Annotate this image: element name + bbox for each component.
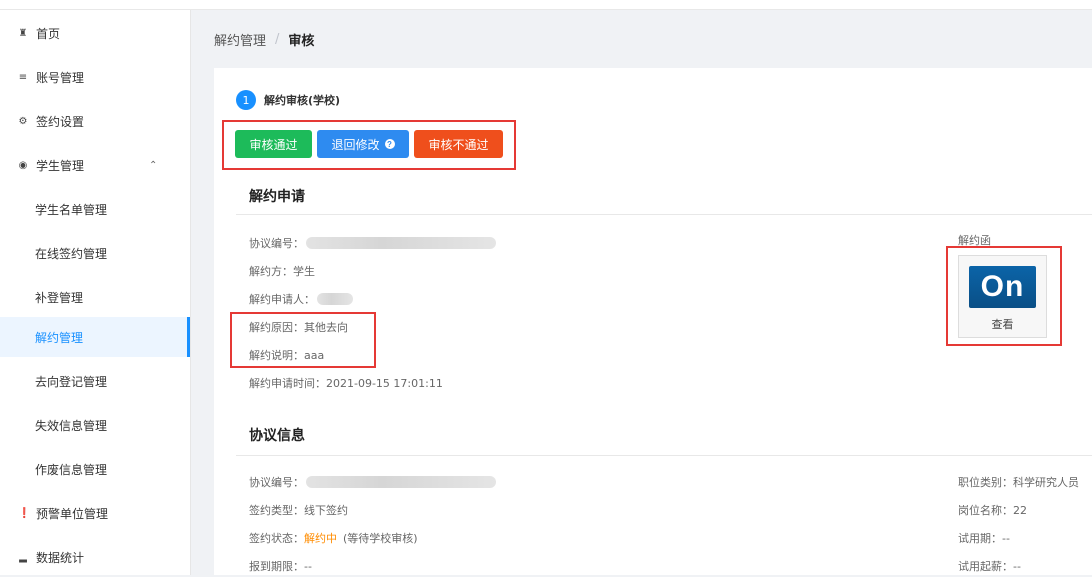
sidebar-item-termination[interactable]: 解约管理 [0,317,190,357]
sidebar-item-label: 补登管理 [35,290,84,305]
field-label: 解约申请时间： [249,377,326,390]
step-indicator: 1 解约审核(学校) [236,90,340,110]
list-icon: ≡ [18,71,28,83]
breadcrumb-separator: / [275,32,280,47]
sidebar-item-label: 账号管理 [36,70,85,85]
sidebar-item-label: 学生管理 [36,158,85,173]
field-label: 试用期： [958,532,1002,545]
sidebar-item-student-list[interactable]: 学生名单管理 [0,189,190,229]
field-label: 职位类别： [958,476,1013,489]
breadcrumb-parent[interactable]: 解约管理 [214,30,266,49]
field-value: 线下签约 [304,504,348,517]
breadcrumb-current: 审核 [288,34,315,49]
termination-agreement-no: 协议编号： [249,235,496,251]
step-label: 解约审核(学校) [264,94,341,107]
divider [236,214,1092,215]
gear-icon: ⚙ [18,115,28,127]
sign-type: 签约类型： 线下签约 [249,502,348,518]
sidebar: ♜ 首页 ≡ 账号管理 ⚙ 签约设置 ◉ 学生管理 ⌃ 学生名单管理 在线签约管… [0,10,191,575]
sidebar-item-label: 签约设置 [36,114,85,129]
sidebar-item-expired[interactable]: 失效信息管理 [0,405,190,445]
sidebar-item-statistics[interactable]: ▂ 数据统计 [0,537,190,577]
sidebar-item-online-sign[interactable]: 在线签约管理 [0,233,190,273]
sidebar-item-warning-units[interactable]: ❗ 预警单位管理 [0,493,190,533]
field-value: 其他去向 [304,321,348,334]
document-logo: On [969,266,1036,308]
termination-letter-thumbnail[interactable]: On 查看 [958,255,1047,338]
status-badge: 解约中 [304,532,337,545]
chevron-up-icon: ⌃ [149,159,158,171]
sidebar-item-label: 数据统计 [36,550,85,565]
field-value: -- [304,559,312,573]
sidebar-item-sign-settings[interactable]: ⚙ 签约设置 [0,101,190,141]
redacted-value [317,293,353,305]
field-value: 科学研究人员 [1013,476,1079,489]
agreement-section-title: 协议信息 [249,428,305,444]
field-value: -- [1002,531,1010,545]
field-label: 签约状态： [249,532,304,545]
field-value: 2021-09-15 17:01:11 [326,376,443,390]
sidebar-item-accounts[interactable]: ≡ 账号管理 [0,57,190,97]
termination-section-title: 解约申请 [249,189,305,205]
return-for-revision-button[interactable]: 退回修改 ? [317,130,409,158]
sign-status: 签约状态： 解约中 (等待学校审核) [249,530,418,546]
position-category: 职位类别： 科学研究人员 [958,474,1079,490]
student-icon: ◉ [18,159,28,171]
field-value: aaa [304,348,325,362]
field-value: 学生 [293,265,315,278]
status-note: (等待学校审核) [343,532,418,545]
trial-salary: 试用起薪： -- [958,558,1021,574]
report-deadline: 报到期限： -- [249,558,312,574]
termination-applicant: 解约申请人： [249,291,353,307]
home-icon: ♜ [18,27,28,39]
bar-chart-icon: ▂ [19,551,27,563]
field-label: 试用起薪： [958,560,1013,573]
sidebar-item-student-management[interactable]: ◉ 学生管理 ⌃ [0,145,190,185]
sidebar-item-label: 去向登记管理 [35,374,108,389]
redacted-value [306,237,496,249]
field-label: 解约方： [249,265,293,278]
sidebar-item-label: 首页 [36,26,61,41]
field-label: 签约类型： [249,504,304,517]
divider [236,455,1092,456]
termination-reason: 解约原因： 其他去向 [249,319,348,335]
reject-button[interactable]: 审核不通过 [414,130,503,158]
field-value: 22 [1013,503,1027,517]
sidebar-item-label: 作废信息管理 [35,462,108,477]
field-label: 解约原因： [249,321,304,334]
sidebar-item-label: 预警单位管理 [36,506,109,521]
field-label: 解约申请人： [249,293,315,306]
termination-time: 解约申请时间： 2021-09-15 17:01:11 [249,375,443,391]
field-label: 报到期限： [249,560,304,573]
field-label: 岗位名称： [958,504,1013,517]
sidebar-item-label: 失效信息管理 [35,418,108,433]
step-number: 1 [236,90,256,110]
sidebar-item-label: 学生名单管理 [35,202,108,217]
sidebar-item-supplement[interactable]: 补登管理 [0,277,190,317]
sidebar-item-voided[interactable]: 作废信息管理 [0,449,190,489]
warning-icon: ❗ [18,507,31,519]
sidebar-item-label: 在线签约管理 [35,246,108,261]
sidebar-item-destination[interactable]: 去向登记管理 [0,361,190,401]
field-value: -- [1013,559,1021,573]
sidebar-item-label: 解约管理 [35,330,84,345]
return-button-label: 退回修改 [331,137,380,152]
approve-button[interactable]: 审核通过 [235,130,312,158]
field-label: 协议编号： [249,476,304,489]
field-label: 协议编号： [249,237,304,250]
field-label: 解约说明： [249,349,304,362]
breadcrumb: 解约管理 / 审核 [214,30,314,49]
view-link[interactable]: 查看 [959,316,1046,332]
top-bar [0,0,1092,10]
agreement-no: 协议编号： [249,474,496,490]
probation: 试用期： -- [958,530,1010,546]
termination-party: 解约方： 学生 [249,263,315,279]
termination-note: 解约说明： aaa [249,347,324,363]
question-icon[interactable]: ? [384,139,395,149]
position-name: 岗位名称： 22 [958,502,1027,518]
redacted-value [306,476,496,488]
sidebar-item-home[interactable]: ♜ 首页 [0,13,190,53]
